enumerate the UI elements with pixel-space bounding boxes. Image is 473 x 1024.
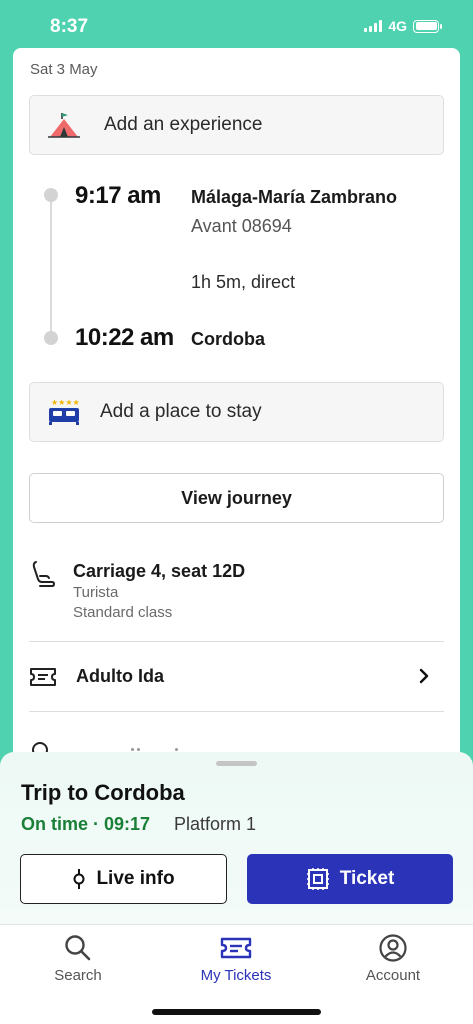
tab-search[interactable]: Search [18,933,138,984]
journey-duration: 1h 5m, direct [191,272,296,292]
home-indicator[interactable] [152,1009,321,1015]
add-experience-button[interactable]: Add an experience [29,95,444,155]
partial-dot [131,748,134,751]
ticket-icon [30,668,56,686]
fare-type: Turista [73,584,119,601]
account-icon [379,934,407,962]
partial-dot [175,748,178,751]
arrival-station: Cordoba [191,329,265,349]
departure-station: Málaga-María Zambrano [191,187,398,207]
tent-icon [46,109,82,141]
trip-date: Sat 3 May [30,61,98,78]
add-place-to-stay-button[interactable]: ★★★★ Add a place to stay [29,382,444,442]
ticket-icon [220,937,252,959]
signal-icon [364,20,383,32]
network-type: 4G [388,18,407,34]
live-info-button[interactable]: Live info [20,854,227,904]
seat-icon [32,561,55,587]
add-stay-label: Add a place to stay [100,401,262,422]
tab-bar: Search My Tickets Account [0,924,473,1024]
bed-icon: ★★★★ [46,396,82,428]
fare-row[interactable]: Adulto Ida [13,648,460,706]
seat-class: Standard class [73,604,173,621]
departure-time: 9:17 am [75,182,161,209]
live-info-icon [73,869,85,889]
status-indicators: 4G [364,18,442,34]
trip-summary-sheet[interactable]: Trip to Cordoba On time · 09:17 Platform… [0,752,473,924]
arrival-time: 10:22 am [75,324,174,351]
add-experience-label: Add an experience [104,114,263,135]
ticket-button[interactable]: Ticket [247,854,453,904]
svg-text:★★★★: ★★★★ [51,398,80,407]
battery-icon [413,19,442,33]
seat-title: Carriage 4, seat 12D [73,561,246,581]
view-journey-button[interactable]: View journey [29,473,444,523]
train-number: Avant 08694 [191,216,292,236]
chevron-right-icon [419,668,429,684]
sheet-drag-handle[interactable] [216,761,257,766]
partial-dot [137,748,140,751]
platform-label: Platform 1 [174,814,257,834]
tab-my-tickets-label: My Tickets [200,967,272,984]
search-icon [65,935,91,961]
divider [29,641,444,642]
live-info-label: Live info [96,868,175,889]
timeline-line [50,193,52,343]
divider [29,711,444,712]
ticket-label: Ticket [339,868,395,889]
trip-title: Trip to Cordoba [21,780,185,805]
departure-dot [44,188,58,202]
arrival-dot [44,331,58,345]
tab-search-label: Search [54,967,102,984]
qr-ticket-icon [306,868,329,890]
tab-account-label: Account [365,967,421,984]
on-time-status: On time · 09:17 [21,814,151,834]
status-time: 8:37 [50,16,89,37]
trip-details-card: Sat 3 May Add an experience 9:17 am Mála… [13,48,460,808]
tab-account[interactable]: Account [333,933,453,984]
fare-label: Adulto Ida [76,666,164,686]
tab-my-tickets[interactable]: My Tickets [176,933,296,984]
